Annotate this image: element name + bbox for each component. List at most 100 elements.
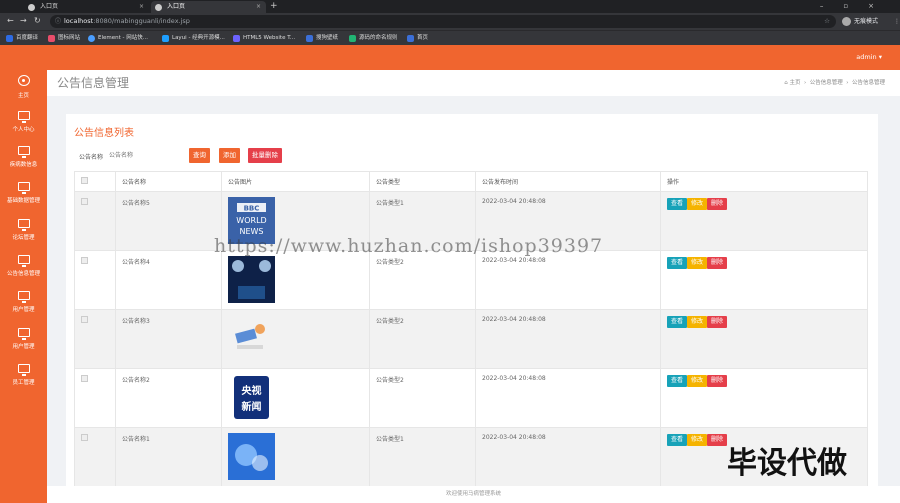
delete-button[interactable]: 删除 (707, 434, 728, 446)
browser-tab-2[interactable]: 入口页 × (151, 1, 266, 13)
favicon-icon (155, 4, 162, 11)
sidebar-item-staff[interactable]: 员工管理 (0, 364, 47, 394)
footer: 欢迎使用马病管理系统 (47, 486, 900, 503)
monitor-icon (17, 182, 30, 194)
batch-delete-button[interactable]: 批量删除 (248, 148, 282, 163)
sidebar-item-disease[interactable]: 疾病数信息 (0, 146, 47, 176)
sidebar: 主页 个人中心 疾病数信息 基础数据管理 论坛管理 公告信息管理 用户管理 用户… (0, 45, 47, 503)
checkbox-cell (74, 427, 116, 487)
bookmark-icon (48, 35, 55, 42)
profile-button[interactable]: 无痕模式 ⋮ (842, 15, 900, 28)
back-icon[interactable]: ← (7, 15, 14, 27)
menu-icon[interactable]: ⋮ (894, 15, 900, 28)
edit-button[interactable]: 修改 (687, 198, 708, 210)
sidebar-item-base-data[interactable]: 基础数据管理 (0, 182, 47, 212)
bookmark-item[interactable]: 百度翻译 (6, 31, 38, 46)
image-cell: 央视 新闻 (221, 368, 370, 428)
checkbox-cell (74, 191, 116, 251)
column-header: 操作 (660, 171, 868, 192)
monitor-icon (17, 364, 30, 376)
view-button[interactable]: 查看 (667, 257, 688, 269)
bookmark-item[interactable]: 图标网站 (48, 31, 80, 46)
bookmark-item[interactable]: Element - 网站快... (88, 31, 148, 46)
edit-button[interactable]: 修改 (687, 316, 708, 328)
name-cell: 公告名称3 (115, 309, 222, 369)
stage-lights-image (228, 256, 275, 303)
blue-abstract-image (228, 433, 275, 480)
column-header: 公告名称 (115, 171, 222, 192)
incognito-icon (842, 17, 851, 26)
forward-icon[interactable]: → (20, 15, 27, 27)
sidebar-item-users-b[interactable]: 用户管理 (0, 328, 47, 358)
row-checkbox[interactable] (81, 375, 88, 382)
delete-button[interactable]: 删除 (707, 316, 728, 328)
sidebar-item-notice[interactable]: 公告信息管理 (0, 255, 47, 285)
window-controls[interactable]: –▫× (820, 0, 894, 12)
actions-cell: 查看 修改 删除 (660, 368, 868, 428)
browser-tab-1[interactable]: 入口页 × (24, 1, 149, 13)
time-cell: 2022-03-04 20:48:08 (475, 427, 661, 487)
bookmark-icon (88, 35, 95, 42)
view-button[interactable]: 查看 (667, 375, 688, 387)
table-row: 公告名称3 公告类型2 2022-03-04 20:48:08 查看 修改 删除 (74, 309, 868, 369)
search-input[interactable] (109, 148, 179, 162)
home-icon (17, 75, 30, 86)
close-tab-icon[interactable]: × (256, 1, 261, 13)
breadcrumb-level1[interactable]: 公告信息管理 (810, 80, 843, 86)
select-all-checkbox[interactable] (81, 177, 88, 184)
bookmark-item[interactable]: 源码的命名规则 (349, 31, 398, 46)
image-cell (221, 427, 370, 487)
checkbox-cell (74, 368, 116, 428)
type-cell: 公告类型1 (369, 427, 476, 487)
table-header-row: 公告名称 公告图片 公告类型 公告发布时间 操作 (74, 171, 868, 192)
monitor-icon (17, 219, 30, 231)
sidebar-item-forum[interactable]: 论坛管理 (0, 219, 47, 249)
edit-button[interactable]: 修改 (687, 257, 708, 269)
search-button[interactable]: 查询 (189, 148, 210, 163)
row-checkbox[interactable] (81, 316, 88, 323)
table-row: 公告名称4 公告类型2 2022-03-04 20:48:08 查看 修改 删除 (74, 250, 868, 310)
row-checkbox[interactable] (81, 198, 88, 205)
reload-icon[interactable]: ↻ (34, 15, 41, 27)
sidebar-item-home[interactable]: 主页 (0, 75, 47, 105)
column-header: 公告类型 (369, 171, 476, 192)
notice-list-card: 公告信息列表 公告名称 查询 添加 批量删除 公告名称 公告图片 公告类型 公告… (66, 114, 878, 494)
tab-bar: 入口页 × 入口页 × + –▫× (0, 0, 900, 13)
image-cell (221, 309, 370, 369)
sidebar-item-profile[interactable]: 个人中心 (0, 111, 47, 141)
bookmarks-bar: 百度翻译 图标网站 Element - 网站快... Layui - 经典开源模… (0, 30, 900, 45)
bookmark-icon (349, 35, 356, 42)
delete-button[interactable]: 删除 (707, 257, 728, 269)
bookmark-item[interactable]: 搜狗壁纸 (306, 31, 338, 46)
bookmark-item[interactable]: Layui - 经典开源模... (162, 31, 225, 46)
bookmark-item[interactable]: 首页 (407, 31, 428, 46)
time-cell: 2022-03-04 20:48:08 (475, 309, 661, 369)
info-icon[interactable]: ⓘ (55, 15, 61, 28)
bookmark-star-icon[interactable]: ☆ (824, 15, 830, 28)
row-checkbox[interactable] (81, 434, 88, 441)
edit-button[interactable]: 修改 (687, 434, 708, 446)
bookmark-icon (162, 35, 169, 42)
monitor-icon (17, 255, 30, 267)
breadcrumb-home[interactable]: 主页 (790, 80, 801, 86)
sidebar-item-users-a[interactable]: 用户管理 (0, 291, 47, 321)
bookmark-icon (407, 35, 414, 42)
new-tab-button[interactable]: + (270, 1, 278, 12)
admin-menu[interactable]: admin ▾ (856, 45, 882, 70)
watermark-text: 毕设代做 (727, 446, 847, 481)
megaphone-image (228, 315, 275, 362)
close-tab-icon[interactable]: × (139, 1, 144, 13)
view-button[interactable]: 查看 (667, 198, 688, 210)
delete-button[interactable]: 删除 (707, 375, 728, 387)
view-button[interactable]: 查看 (667, 316, 688, 328)
edit-button[interactable]: 修改 (687, 375, 708, 387)
view-button[interactable]: 查看 (667, 434, 688, 446)
delete-button[interactable]: 删除 (707, 198, 728, 210)
address-bar[interactable]: ⓘ localhost:8080/mabingguanli/index.jsp … (50, 15, 836, 28)
monitor-icon (17, 111, 30, 123)
bookmark-item[interactable]: HTML5 Website T... (233, 31, 295, 46)
row-checkbox[interactable] (81, 257, 88, 264)
page-header: 公告信息管理 ⌂ 主页 › 公告信息管理 › 公告信息管理 (47, 70, 900, 96)
top-bar: admin ▾ (47, 45, 900, 70)
add-button[interactable]: 添加 (219, 148, 240, 163)
